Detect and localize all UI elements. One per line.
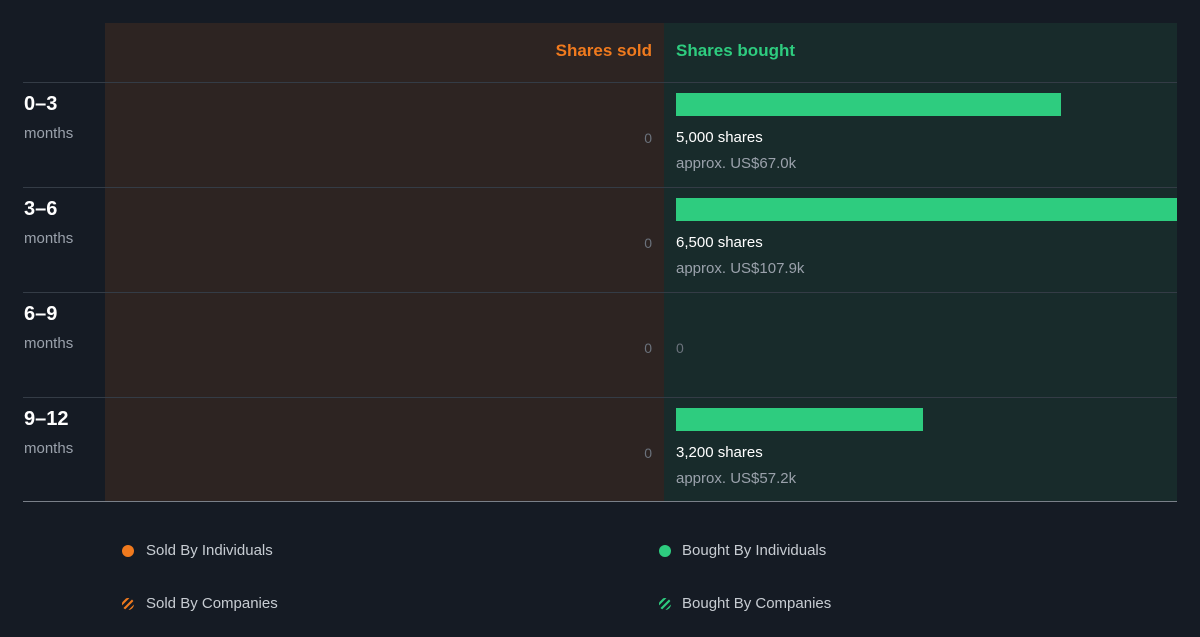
bought-shares-label: 5,000 shares (676, 129, 763, 146)
orange-hatch-icon (122, 598, 134, 610)
period-label: 6–9 (24, 303, 58, 325)
bought-bar (676, 408, 923, 431)
orange-dot-icon (122, 545, 134, 557)
period-row-0: 0–3 months 0 5,000 shares approx. US$67.… (0, 82, 1200, 187)
bought-bar (676, 93, 1061, 116)
shares-sold-header: Shares sold (555, 41, 652, 60)
period-row-1: 3–6 months 0 6,500 shares approx. US$107… (0, 187, 1200, 292)
period-unit-label: months (24, 440, 74, 457)
period-label: 0–3 (24, 93, 58, 115)
shares-bought-header: Shares bought (676, 41, 796, 60)
period-unit-label: months (24, 335, 74, 352)
period-label: 3–6 (24, 198, 58, 220)
sold-value-label: 0 (644, 340, 652, 356)
legend-sold-by-individuals: Sold By Individuals (146, 542, 273, 559)
green-dot-icon (659, 545, 671, 557)
bought-value-label: 0 (676, 340, 684, 356)
legend-bought-by-companies: Bought By Companies (682, 595, 832, 612)
period-unit-label: months (24, 125, 74, 142)
bought-shares-label: 6,500 shares (676, 234, 763, 251)
period-label: 9–12 (24, 408, 69, 430)
legend-sold-by-companies: Sold By Companies (146, 595, 278, 612)
sold-value-label: 0 (644, 130, 652, 146)
green-hatch-icon (659, 598, 671, 610)
legend-bought-by-individuals: Bought By Individuals (682, 542, 827, 559)
bought-shares-label: 3,200 shares (676, 444, 763, 461)
sold-value-label: 0 (644, 445, 652, 461)
bought-bar (676, 198, 1177, 221)
sold-value-label: 0 (644, 235, 652, 251)
period-row-2: 6–9 months 0 0 (0, 292, 1200, 397)
bought-approx-value-label: approx. US$107.9k (676, 260, 805, 277)
bought-approx-value-label: approx. US$67.0k (676, 155, 797, 172)
period-unit-label: months (24, 230, 74, 247)
bought-approx-value-label: approx. US$57.2k (676, 470, 797, 487)
insider-trading-chart: Shares sold Shares bought 0–3 months 0 5… (0, 0, 1200, 502)
period-row-3: 9–12 months 0 3,200 shares approx. US$57… (0, 397, 1200, 502)
